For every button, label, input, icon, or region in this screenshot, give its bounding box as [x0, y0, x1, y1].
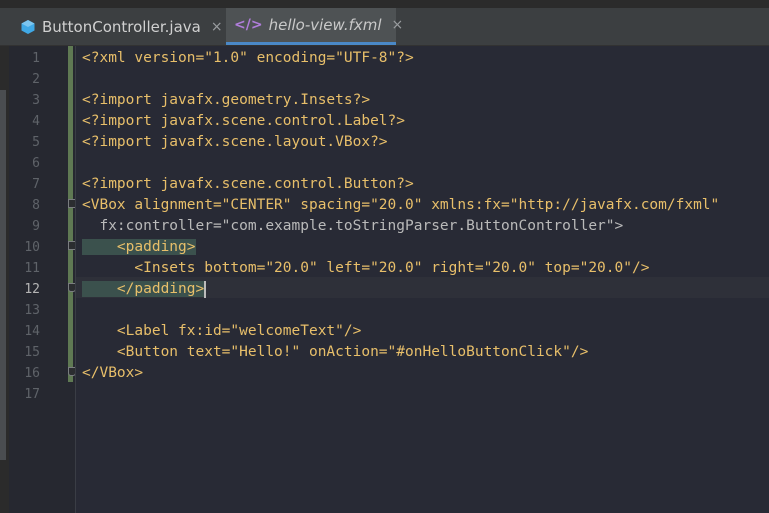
- fx-controller-attribute: fx:controller="com.example.toStringParse…: [82, 218, 624, 234]
- line-number: 9: [32, 219, 40, 234]
- code-line: <?import javafx.scene.control.Button?>: [82, 174, 414, 195]
- code-line: <VBox alignment="CENTER" spacing="20.0" …: [82, 195, 719, 216]
- tab-label: hello-view.fxml: [268, 16, 382, 34]
- line-number: 3: [32, 93, 40, 108]
- code-line: <Button text="Hello!" onAction="#onHello…: [82, 342, 588, 363]
- line-number: 17: [24, 387, 40, 402]
- left-scroll-thumb[interactable]: [0, 90, 6, 460]
- text-caret: [204, 280, 207, 298]
- close-icon[interactable]: ×: [392, 17, 404, 33]
- line-number: 10: [24, 240, 40, 255]
- line-number: 15: [24, 345, 40, 360]
- vbox-close-tag: </VBox>: [82, 365, 144, 381]
- code-line: <Label fx:id="welcomeText"/>: [82, 321, 361, 342]
- import-label: <?import javafx.scene.control.Label?>: [82, 113, 406, 129]
- ide-window: ButtonController.java × </> hello-view.f…: [0, 0, 769, 513]
- line-number: 14: [24, 324, 40, 339]
- code-line: <padding>: [82, 237, 196, 258]
- vbox-open-tag: <VBox alignment="CENTER" spacing="20.0" …: [82, 197, 720, 213]
- button-tag: <Button text="Hello!" onAction="#onHello…: [82, 344, 589, 360]
- code-line: </padding>: [82, 279, 207, 300]
- editor-tab-bar: ButtonController.java × </> hello-view.f…: [0, 8, 769, 46]
- tab-hello-view-fxml[interactable]: </> hello-view.fxml ×: [226, 8, 403, 45]
- code-line: fx:controller="com.example.toStringParse…: [82, 216, 623, 237]
- line-number: 8: [32, 198, 40, 213]
- line-number: 5: [32, 135, 40, 150]
- code-line: <?import javafx.scene.control.Label?>: [82, 111, 405, 132]
- line-number: 7: [32, 177, 40, 192]
- label-tag: <Label fx:id="welcomeText"/>: [82, 323, 362, 339]
- import-vbox: <?import javafx.scene.layout.VBox?>: [82, 134, 388, 150]
- insets-tag: <Insets bottom="20.0" left="20.0" right=…: [82, 260, 650, 276]
- line-number: 6: [32, 156, 40, 171]
- padding-open-tag: <padding>: [82, 239, 196, 255]
- code-line: <?import javafx.scene.layout.VBox?>: [82, 132, 388, 153]
- code-line: <Insets bottom="20.0" left="20.0" right=…: [82, 258, 649, 279]
- line-number: 2: [32, 72, 40, 87]
- line-number: 13: [24, 303, 40, 318]
- padding-close-tag: </padding>: [82, 281, 205, 297]
- line-number: 16: [24, 366, 40, 381]
- code-editor[interactable]: <?xml version="1.0" encoding="UTF-8"?> <…: [76, 46, 769, 513]
- fxml-icon: </>: [234, 17, 263, 33]
- java-class-icon: [21, 19, 35, 34]
- xml-declaration: <?xml version="1.0" encoding="UTF-8"?>: [82, 50, 414, 66]
- vcs-change-marker[interactable]: [68, 46, 73, 382]
- tab-button-controller-java[interactable]: ButtonController.java ×: [12, 8, 226, 45]
- import-button: <?import javafx.scene.control.Button?>: [82, 176, 414, 192]
- code-line: </VBox>: [82, 363, 143, 384]
- line-number-gutter: 1 2 3 4 5 6 7 8 9 10 11 12 13 14 15 16 1…: [9, 46, 75, 513]
- line-number: 4: [32, 114, 40, 129]
- tab-label: ButtonController.java: [42, 17, 201, 36]
- title-strip: [0, 0, 769, 8]
- import-insets: <?import javafx.geometry.Insets?>: [82, 92, 371, 108]
- line-number-current: 12: [24, 282, 40, 297]
- code-line: <?import javafx.geometry.Insets?>: [82, 90, 370, 111]
- code-line: <?xml version="1.0" encoding="UTF-8"?>: [82, 48, 414, 69]
- close-icon[interactable]: ×: [211, 19, 223, 35]
- line-number: 11: [24, 261, 40, 276]
- line-number: 1: [32, 51, 40, 66]
